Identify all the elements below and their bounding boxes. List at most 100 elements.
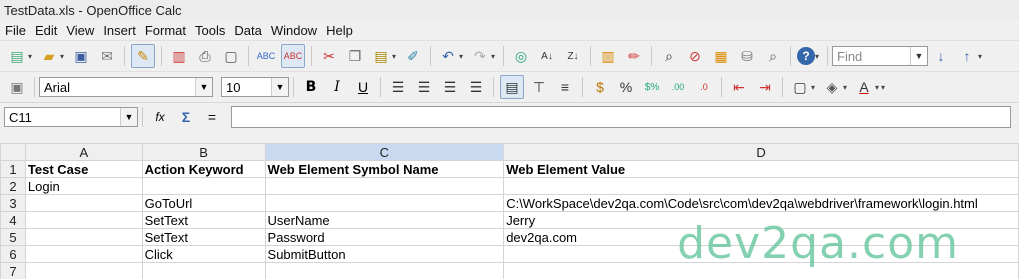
menu-view[interactable]: View — [63, 23, 100, 38]
background-dropdown-icon[interactable]: ▾ — [843, 83, 851, 92]
cell[interactable] — [141, 262, 266, 279]
cell[interactable]: SetText — [141, 211, 266, 229]
cell[interactable]: Test Case — [24, 160, 143, 178]
justify-icon[interactable]: ☰ — [465, 76, 487, 98]
find-previous-icon[interactable]: ↑ — [956, 45, 978, 67]
decrease-indent-icon[interactable]: ⇤ — [728, 76, 750, 98]
spellcheck-icon[interactable]: ABC — [255, 45, 277, 67]
cell[interactable]: Login — [24, 177, 143, 195]
row-header[interactable]: 5 — [0, 228, 26, 246]
cell[interactable] — [24, 245, 143, 263]
undo-dropdown-icon[interactable]: ▾ — [459, 52, 467, 61]
menu-data[interactable]: Data — [231, 23, 267, 38]
find-dropdown-icon[interactable]: ▼ — [910, 47, 927, 65]
cell[interactable]: SetText — [141, 228, 266, 246]
export-pdf-icon[interactable]: ▥ — [168, 45, 190, 67]
cell[interactable]: Web Element Value — [503, 160, 1019, 178]
menu-insert[interactable]: Insert — [100, 23, 142, 38]
add-decimal-icon[interactable]: .00 — [667, 76, 689, 98]
underline-icon[interactable]: U — [352, 76, 374, 98]
cell[interactable]: GoToUrl — [141, 194, 266, 212]
format-overflow-icon[interactable]: ▾ — [881, 83, 889, 92]
row-header[interactable]: 7 — [0, 262, 26, 279]
cell[interactable] — [264, 194, 505, 212]
row-header[interactable]: 2 — [0, 177, 26, 195]
merge-cells-icon[interactable]: ▤ — [500, 75, 524, 99]
column-header-a[interactable]: A — [24, 143, 143, 161]
formula-input[interactable] — [231, 106, 1011, 128]
cell[interactable] — [503, 177, 1019, 195]
find-next-icon[interactable]: ↓ — [930, 45, 952, 67]
redo-dropdown-icon[interactable]: ▾ — [491, 52, 499, 61]
autospellcheck-icon[interactable]: ABC — [281, 44, 305, 68]
font-size-select[interactable]: 10 ▼ — [221, 77, 289, 97]
select-all-corner[interactable] — [0, 143, 26, 161]
email-icon[interactable]: ✉ — [96, 45, 118, 67]
background-color-icon[interactable]: ◈ — [821, 76, 843, 98]
menu-edit[interactable]: Edit — [32, 23, 63, 38]
menu-window[interactable]: Window — [268, 23, 323, 38]
borders-dropdown-icon[interactable]: ▾ — [811, 83, 819, 92]
open-folder-icon[interactable]: ▰ — [38, 45, 60, 67]
column-header-c[interactable]: C — [264, 143, 505, 161]
find-input[interactable]: Find ▼ — [832, 46, 928, 66]
delete-decimal-icon[interactable]: .0 — [693, 76, 715, 98]
menu-help[interactable]: Help — [323, 23, 359, 38]
cell[interactable]: Action Keyword — [141, 160, 266, 178]
cell[interactable] — [264, 262, 505, 279]
row-header[interactable]: 1 — [0, 160, 26, 178]
cell[interactable] — [24, 194, 143, 212]
cell[interactable]: C:\WorkSpace\dev2qa.com\Code\src\com\dev… — [503, 194, 1019, 212]
navigator-icon[interactable]: ⊘ — [684, 45, 706, 67]
find-overflow-icon[interactable]: ▾ — [978, 52, 986, 61]
percent-format-icon[interactable]: % — [615, 76, 637, 98]
sort-descending-icon[interactable]: Z↓ — [562, 45, 584, 67]
menu-format[interactable]: Format — [142, 23, 192, 38]
function-icon[interactable]: = — [201, 106, 223, 128]
undo-icon[interactable]: ↶ — [437, 45, 459, 67]
styles-formatting-icon[interactable]: ▣ — [6, 76, 28, 98]
chart-icon[interactable]: ▥ — [597, 45, 619, 67]
currency-format-icon[interactable]: $ — [589, 76, 611, 98]
cell[interactable]: UserName — [264, 211, 505, 229]
row-header[interactable]: 6 — [0, 245, 26, 263]
align-vertical-center-icon[interactable]: ≡ — [554, 76, 576, 98]
paste-icon[interactable]: ▤ — [370, 45, 392, 67]
align-center-icon[interactable]: ☰ — [413, 76, 435, 98]
font-name-dropdown-icon[interactable]: ▼ — [195, 78, 212, 96]
font-name-select[interactable]: Arial ▼ — [39, 77, 213, 97]
print-icon[interactable]: ⎙ — [194, 45, 216, 67]
column-header-d[interactable]: D — [503, 143, 1019, 161]
show-draw-functions-icon[interactable]: ✏ — [623, 45, 645, 67]
row-header[interactable]: 3 — [0, 194, 26, 212]
cut-icon[interactable]: ✂ — [318, 45, 340, 67]
menu-tools[interactable]: Tools — [192, 23, 231, 38]
copy-icon[interactable]: ❐ — [344, 45, 366, 67]
gallery-icon[interactable]: ▦ — [710, 45, 732, 67]
align-left-icon[interactable]: ☰ — [387, 76, 409, 98]
increase-indent-icon[interactable]: ⇥ — [754, 76, 776, 98]
open-dropdown-icon[interactable]: ▾ — [60, 52, 68, 61]
print-preview-icon[interactable]: ▢ — [220, 45, 242, 67]
standard-format-icon[interactable]: $% — [641, 76, 663, 98]
cell[interactable]: Password — [264, 228, 505, 246]
save-icon[interactable]: ▣ — [70, 45, 92, 67]
bold-icon[interactable]: B — [300, 76, 322, 98]
name-box[interactable]: C11 ▼ — [4, 107, 138, 127]
cell[interactable]: SubmitButton — [264, 245, 505, 263]
new-dropdown-icon[interactable]: ▾ — [28, 52, 36, 61]
zoom-icon[interactable]: ⌕ — [762, 45, 784, 67]
sort-ascending-icon[interactable]: A↓ — [536, 45, 558, 67]
cell[interactable] — [141, 177, 266, 195]
borders-icon[interactable]: ▢ — [789, 76, 811, 98]
cell[interactable] — [264, 177, 505, 195]
edit-file-icon[interactable]: ✎ — [131, 44, 155, 68]
cell[interactable] — [24, 262, 143, 279]
column-header-b[interactable]: B — [141, 143, 266, 161]
find-replace-icon[interactable]: ⌕ — [658, 45, 680, 67]
cell[interactable] — [24, 211, 143, 229]
cell[interactable]: Web Element Symbol Name — [264, 160, 505, 178]
sum-icon[interactable]: Σ — [175, 106, 197, 128]
redo-icon[interactable]: ↷ — [469, 45, 491, 67]
paste-dropdown-icon[interactable]: ▾ — [392, 52, 400, 61]
